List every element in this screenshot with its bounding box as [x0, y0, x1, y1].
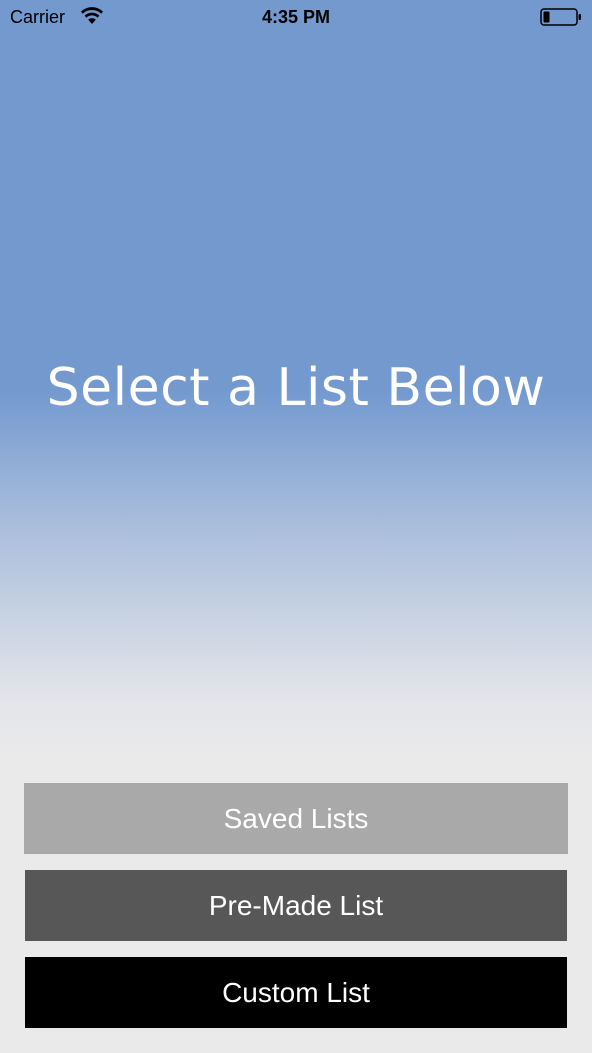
custom-list-button[interactable]: Custom List [25, 957, 567, 1028]
pre-made-list-button[interactable]: Pre-Made List [25, 870, 567, 941]
saved-lists-button[interactable]: Saved Lists [24, 783, 568, 854]
page-title: Select a List Below [46, 357, 546, 418]
clock: 4:35 PM [261, 7, 331, 27]
status-bar: Carrier 4:35 PM [0, 0, 592, 34]
battery-icon [540, 7, 582, 27]
